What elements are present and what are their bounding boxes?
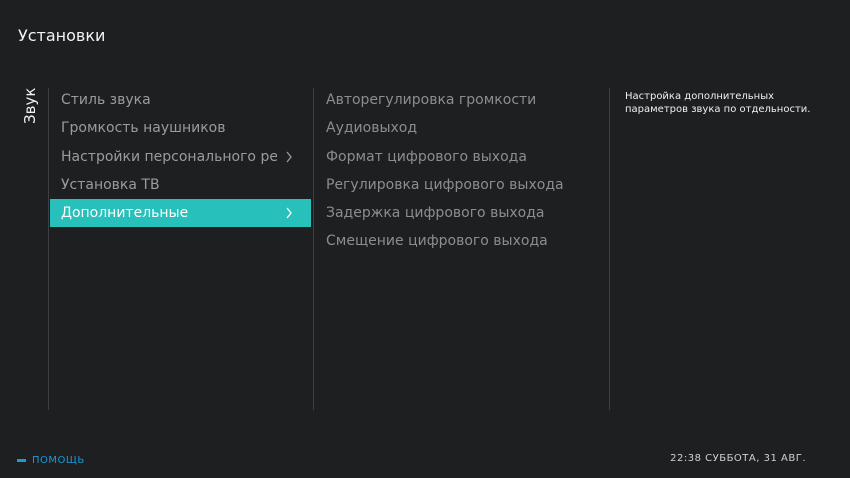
advanced-submenu: Авторегулировка громкости Аудиовыход Фор… — [315, 86, 605, 256]
section-label-sound: Звук — [21, 87, 39, 124]
menu-item-label: Стиль звука — [61, 92, 151, 108]
menu-item-tv-setup[interactable]: Установка ТВ — [50, 171, 311, 199]
help-label: ПОМОЩЬ — [32, 454, 85, 466]
menu-item-sound-style[interactable]: Стиль звука — [50, 86, 311, 114]
menu-item-personal-mode-settings[interactable]: Настройки персонального режима — [50, 143, 311, 171]
divider-middle — [313, 88, 314, 410]
menu-item-label: Настройки персонального режима — [61, 148, 277, 165]
menu-item-digital-out-format[interactable]: Формат цифрового выхода — [315, 143, 605, 171]
menu-item-label: Авторегулировка громкости — [326, 92, 537, 108]
menu-item-label: Формат цифрового выхода — [326, 148, 527, 165]
help-description: Настройка дополнительных параметров звук… — [625, 91, 811, 115]
menu-item-label: Дополнительные — [61, 205, 189, 222]
divider-left — [48, 88, 49, 410]
menu-item-digital-out-leveling[interactable]: Регулировка цифрового выхода — [315, 171, 605, 199]
help-button[interactable]: ПОМОЩЬ — [17, 453, 85, 467]
menu-item-audio-out[interactable]: Аудиовыход — [315, 114, 605, 142]
menu-item-label: Аудиовыход — [326, 120, 418, 137]
menu-item-label: Громкость наушников — [61, 120, 226, 137]
menu-item-headphone-volume[interactable]: Громкость наушников — [50, 114, 311, 142]
dash-icon — [17, 458, 26, 462]
menu-item-label: Смещение цифрового выхода — [326, 233, 548, 250]
divider-right — [609, 88, 610, 410]
menu-item-label: Задержка цифрового выхода — [326, 205, 545, 222]
menu-item-auto-volume[interactable]: Авторегулировка громкости — [315, 86, 605, 114]
menu-item-digital-out-offset[interactable]: Смещение цифрового выхода — [315, 227, 605, 255]
menu-item-digital-out-delay[interactable]: Задержка цифрового выхода — [315, 199, 605, 227]
page-title: Установки — [18, 26, 106, 45]
chevron-right-icon — [284, 143, 294, 171]
menu-item-label: Установка ТВ — [61, 176, 160, 193]
date-time: 22:38 СУББОТА, 31 АВГ. — [670, 453, 806, 464]
menu-item-advanced[interactable]: Дополнительные — [50, 199, 311, 228]
chevron-right-icon — [284, 199, 294, 227]
settings-menu: Стиль звука Громкость наушников Настройк… — [50, 86, 311, 228]
menu-item-label: Регулировка цифрового выхода — [326, 176, 564, 193]
